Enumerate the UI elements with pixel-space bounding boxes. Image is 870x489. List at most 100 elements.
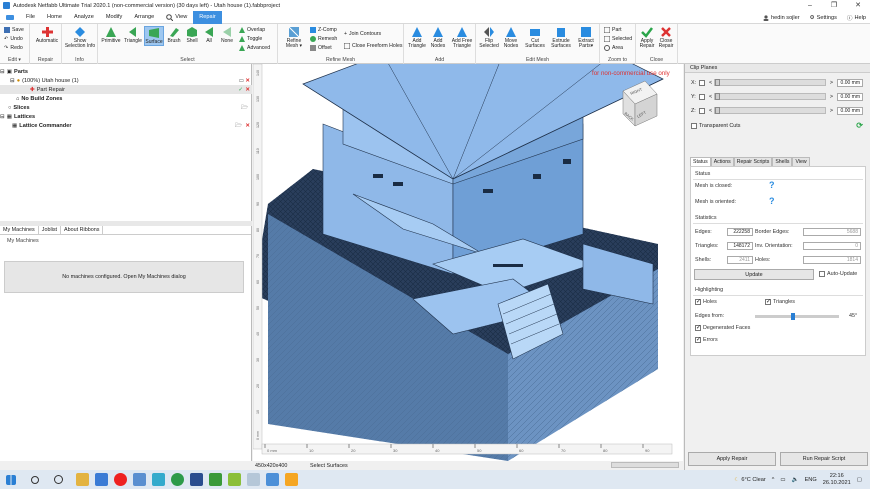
tab-status[interactable]: Status [690,157,711,166]
tab-view-panel[interactable]: View [792,157,810,166]
clip-z-slider[interactable] [714,107,826,114]
tray-arrow-icon[interactable]: ^ [772,477,775,483]
add-triangle-button[interactable]: Add Triangle [406,26,428,50]
file-explorer-icon[interactable] [76,473,89,486]
tree-parts[interactable]: ⊟ ▣ Parts [0,67,252,76]
clip-z-checkbox[interactable] [699,107,705,114]
tab-my-machines[interactable]: My Machines [0,226,39,234]
holes-checkbox[interactable] [695,298,701,305]
tab-file[interactable]: File [20,11,41,24]
part-visibility-icon[interactable]: ⊟ [10,78,15,84]
show-selection-info-button[interactable]: Show Selection Info [64,26,96,50]
tab-arrange[interactable]: Arrange [128,11,160,24]
edges-angle-slider-thumb[interactable] [791,313,795,320]
tab-modify[interactable]: Modify [100,11,128,24]
transparent-cuts-row[interactable]: Transparent Cuts ⟳ [691,121,863,130]
tab-repair[interactable]: Repair [193,10,222,24]
chrome-icon[interactable] [171,473,184,486]
network-icon[interactable]: ▭ [780,477,785,483]
select-all-button[interactable]: All [201,26,217,44]
zoom-part-button[interactable]: Part [604,27,622,33]
app-icon-7[interactable] [247,473,260,486]
errors-option[interactable]: Errors [695,336,718,343]
apply-repair-ribbon-button[interactable]: Apply Repair [638,26,656,50]
cut-surfaces-button[interactable]: Cut Surfaces [523,26,547,50]
app-menu-icon[interactable] [0,11,20,24]
tree-slices[interactable]: ○ Slices 🗁 [0,103,252,112]
add-free-triangle-button[interactable]: Add Free Triangle [449,26,475,50]
z-comp-button[interactable]: Z-Comp [310,27,337,33]
extract-parts-button[interactable]: Extract Parts▾ [575,26,597,50]
automatic-repair-button[interactable]: Automatic [34,26,60,44]
clip-z-increase[interactable]: > [830,108,833,114]
edges-angle-slider[interactable] [755,313,839,320]
lattice-remove-icon[interactable]: ✕ [245,123,250,129]
triangles-highlight-option[interactable]: Triangles [765,298,795,305]
task-view-icon[interactable] [54,475,63,484]
clip-x-increase[interactable]: > [830,80,833,86]
triangles-checkbox[interactable] [765,298,771,305]
close-window-button[interactable]: ✕ [846,0,870,11]
search-taskbar-icon[interactable] [31,475,39,484]
house-mesh-render[interactable]: for non-commercial use only RIGHT BACK L… [253,64,683,461]
tab-shells[interactable]: Shells [772,157,793,166]
clock[interactable]: 22:16 26.10.2021 [823,473,851,486]
refine-mesh-button[interactable]: Refine Mesh ▾ [282,26,306,50]
undo-button[interactable]: ↶ Undo [4,36,23,42]
slices-folder-icon[interactable]: 🗁 [241,103,248,113]
notification-icon[interactable]: ▢ [857,477,862,483]
clip-y-increase[interactable]: > [830,94,833,100]
clip-z-slider-thumb[interactable] [715,107,721,114]
part-repair-apply-icon[interactable]: ✓ [238,87,243,93]
auto-update-option[interactable]: Auto-Update [819,271,857,277]
clip-y-slider[interactable] [714,93,826,100]
no-machines-message[interactable]: No machines configured. Open My Machines… [4,261,244,293]
windows-start-icon[interactable] [6,474,16,485]
clip-x-value[interactable]: 0.00 mm [837,78,863,87]
opera-icon[interactable] [114,473,127,486]
close-freeform-holes-button[interactable]: Close Freeform Holes [344,43,402,49]
close-repair-button[interactable]: Close Repair [657,26,675,50]
select-triangle-button[interactable]: Triangle [122,26,144,44]
lattice-folder-icon[interactable]: 🗁 [235,121,242,131]
tree-lattice-commander[interactable]: ▦ Lattice Commander 🗁 ✕ [0,121,252,130]
clip-y-slider-thumb[interactable] [715,93,721,100]
select-primitive-button[interactable]: Primitive [100,26,122,44]
tab-joblist[interactable]: Joblist [39,226,62,234]
extrude-surfaces-button[interactable]: Extrude Surfaces [548,26,574,50]
clip-z-value[interactable]: 0.00 mm [837,106,863,115]
clip-x-decrease[interactable]: < [709,80,712,86]
app-icon-5[interactable] [209,473,222,486]
offset-button[interactable]: Offset [310,45,332,51]
part-remove-icon[interactable]: ✕ [245,78,250,84]
clip-x-checkbox[interactable] [699,79,705,86]
select-brush-button[interactable]: Brush [165,26,183,44]
weather-widget[interactable]: ☾ 6°C Clear [734,477,765,483]
holes-highlight-option[interactable]: Holes [695,298,717,305]
clip-x-slider[interactable] [714,79,826,86]
zoom-area-button[interactable]: Area [604,45,623,51]
volume-icon[interactable]: 🔈 [792,477,799,483]
clip-x-slider-thumb[interactable] [715,79,721,86]
clip-y-decrease[interactable]: < [709,94,712,100]
part-window-icon[interactable]: ▭ [239,78,244,84]
advanced-option[interactable]: Advanced [239,45,270,51]
part-repair-cancel-icon[interactable]: ✕ [245,87,250,93]
netfabb-taskbar-icon[interactable] [285,473,298,486]
app-icon-6[interactable] [228,473,241,486]
app-icon-1[interactable] [95,473,108,486]
join-contours-button[interactable]: + Join Contours [344,31,381,37]
tab-about-ribbons[interactable]: About Ribbons [61,226,104,234]
update-button[interactable]: Update [694,269,814,280]
tree-no-build-zones[interactable]: ⌂ No Build Zones [0,94,252,103]
settings-button[interactable]: ⚙ Settings [810,15,837,21]
tab-repair-scripts[interactable]: Repair Scripts [733,157,773,166]
select-surface-button[interactable]: Surface [144,26,164,47]
save-button[interactable]: Save [4,27,24,33]
maximize-button[interactable]: ❐ [822,0,846,11]
collapse-icon[interactable]: ⊟ [0,69,5,75]
refresh-icon[interactable]: ⟳ [856,121,863,130]
move-nodes-button[interactable]: Move Nodes [501,26,521,50]
flip-selected-button[interactable]: Flip Selected [478,26,500,50]
tree-lattices[interactable]: ⊟ ▦ Lattices [0,112,252,121]
